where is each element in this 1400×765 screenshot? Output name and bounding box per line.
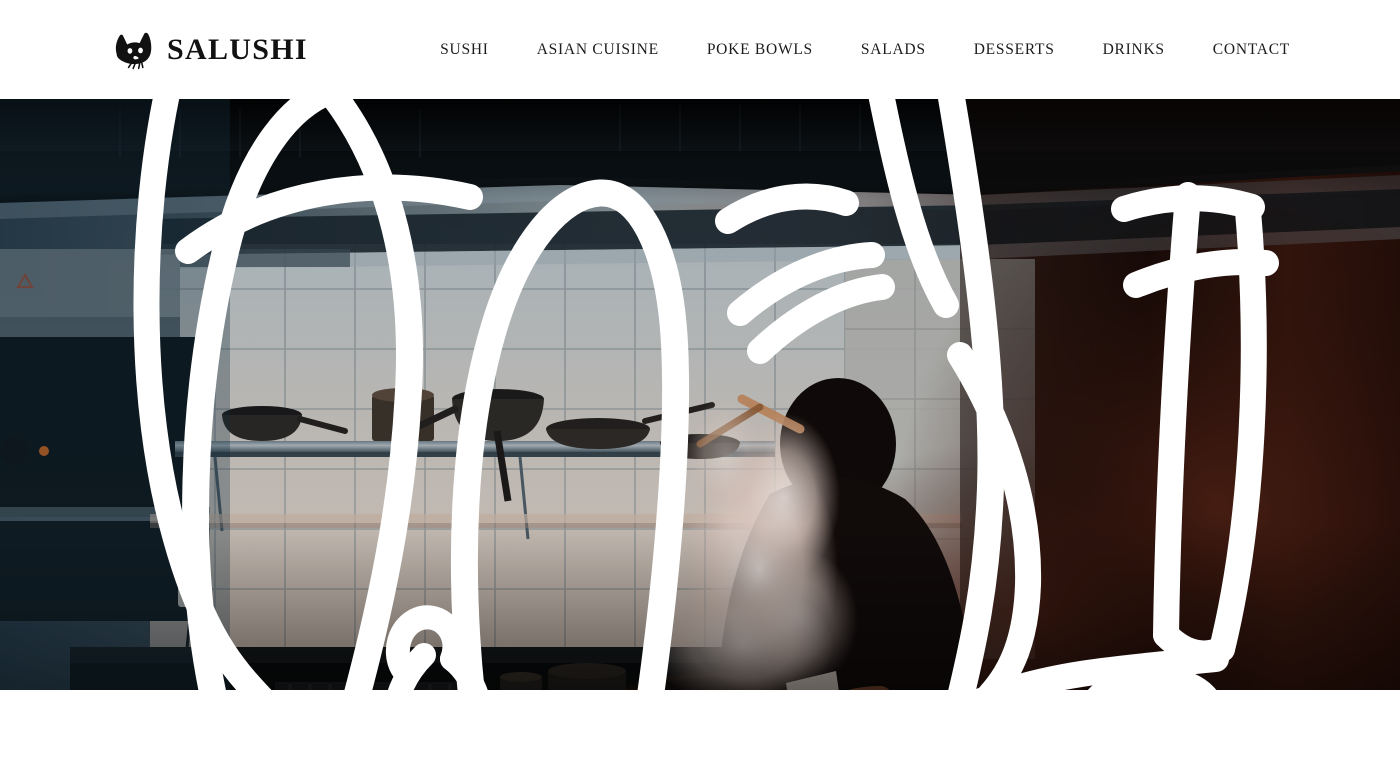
abstract-line-art-overlay xyxy=(0,99,1400,690)
page-body-whitespace xyxy=(0,690,1400,765)
nav-item-sushi[interactable]: SUSHI xyxy=(440,35,489,65)
nav-item-drinks[interactable]: DRINKS xyxy=(1103,35,1165,65)
dog-head-logo-icon xyxy=(112,27,158,73)
site-header: SALUSHI SUSHI ASIAN CUISINE POKE BOWLS S… xyxy=(0,0,1400,99)
brand-logo-link[interactable]: SALUSHI xyxy=(112,27,308,73)
nav-item-poke-bowls[interactable]: POKE BOWLS xyxy=(707,35,813,65)
nav-item-salads[interactable]: SALADS xyxy=(861,35,926,65)
nav-item-desserts[interactable]: DESSERTS xyxy=(974,35,1055,65)
nav-item-asian-cuisine[interactable]: ASIAN CUISINE xyxy=(537,35,659,65)
hero-banner xyxy=(0,99,1400,690)
brand-name: SALUSHI xyxy=(167,32,308,66)
page-root: SALUSHI SUSHI ASIAN CUISINE POKE BOWLS S… xyxy=(0,0,1400,765)
main-navigation: SUSHI ASIAN CUISINE POKE BOWLS SALADS DE… xyxy=(440,35,1290,65)
nav-item-contact[interactable]: CONTACT xyxy=(1213,35,1290,65)
